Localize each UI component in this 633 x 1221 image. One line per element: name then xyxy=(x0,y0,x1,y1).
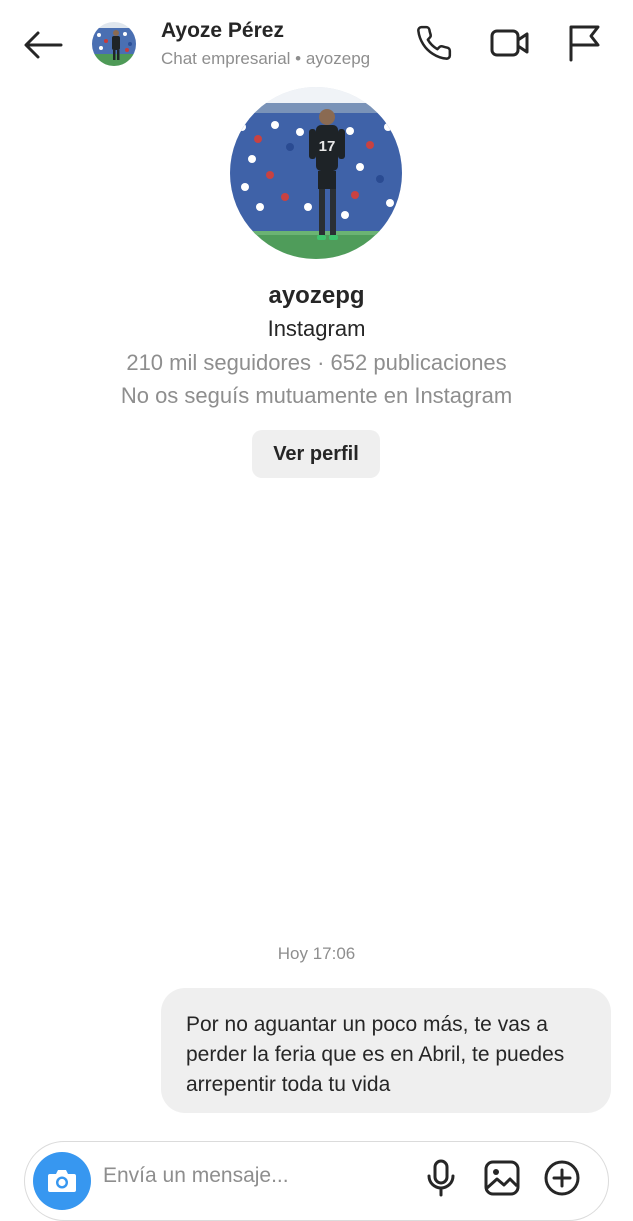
message-timestamp: Hoy 17:06 xyxy=(277,944,356,963)
back-arrow-icon xyxy=(24,31,63,59)
chat-title: Ayoze Pérez xyxy=(161,19,284,42)
profile-mutual-status: No os seguís mutuamente en Instagram xyxy=(120,383,513,408)
more-options-button[interactable] xyxy=(542,1158,582,1198)
voice-message-button[interactable] xyxy=(421,1158,461,1198)
profile-stats: 210 mil seguidores · 652 publicaciones xyxy=(126,350,507,375)
video-camera-icon xyxy=(490,29,529,57)
profile-avatar[interactable]: 17 xyxy=(230,87,402,259)
camera-icon xyxy=(48,1170,76,1192)
message-composer xyxy=(24,1141,609,1221)
camera-button[interactable] xyxy=(33,1152,91,1210)
back-button[interactable] xyxy=(20,22,66,68)
gallery-icon xyxy=(484,1160,520,1196)
profile-username: ayozepg xyxy=(268,282,365,309)
message-input[interactable] xyxy=(103,1164,423,1188)
message-text: Por no aguantar un poco más, te vas a pe… xyxy=(186,1013,565,1096)
jersey-number: 17 xyxy=(319,138,336,155)
chat-header: Ayoze Pérez Chat empresarial • ayozepg xyxy=(0,0,633,88)
call-button[interactable] xyxy=(413,22,455,64)
report-button[interactable] xyxy=(563,22,605,64)
message-bubble[interactable]: Por no aguantar un poco más, te vas a pe… xyxy=(161,988,611,1113)
view-profile-button[interactable]: Ver perfil xyxy=(252,430,380,478)
chat-title-block[interactable]: Ayoze Pérez Chat empresarial • ayozepg xyxy=(161,18,370,70)
chat-subtitle: Chat empresarial • ayozepg xyxy=(161,49,371,68)
profile-platform: Instagram xyxy=(267,316,366,341)
gallery-button[interactable] xyxy=(482,1158,522,1198)
phone-icon xyxy=(417,25,452,60)
video-call-button[interactable] xyxy=(489,22,531,64)
header-avatar[interactable] xyxy=(92,22,136,66)
plus-circle-icon xyxy=(544,1160,580,1196)
microphone-icon xyxy=(427,1159,455,1197)
flag-icon xyxy=(569,25,600,62)
